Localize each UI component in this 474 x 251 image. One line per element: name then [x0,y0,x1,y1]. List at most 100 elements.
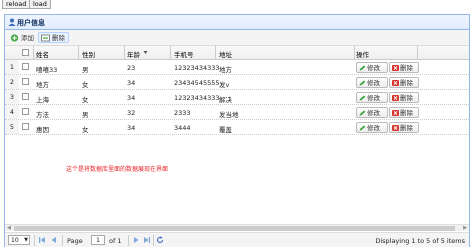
table-row[interactable]: 2 地方 女 34 23434545555 发v 修改 删除 [5,75,469,90]
panel-title: 用户信息 [17,19,45,27]
edit-button[interactable]: 修改 [356,77,388,88]
edit-label: 修改 [367,79,380,87]
refresh-icon[interactable] [156,236,164,244]
delete-x-icon [392,125,399,131]
delete-row-button[interactable]: 删除 [389,77,419,88]
cell-gender: 男 [82,66,89,74]
edit-label: 修改 [367,94,380,102]
scroll-right-icon[interactable]: ▶ [463,225,467,231]
row-number: 1 [5,60,19,74]
cell-address: 解决 [219,96,232,104]
cell-age: 34 [127,79,136,87]
table-row[interactable]: 3 上海 女 34 12323434333 解决 修改 删除 [5,90,469,105]
table-row[interactable]: 4 方法 男 32 2333 发当地 修改 删除 [5,105,469,120]
row-number: 2 [5,75,19,89]
header-phone[interactable]: 手机号 [174,49,194,59]
page-number-input[interactable]: 1 [91,235,105,245]
edit-label: 修改 [367,64,380,72]
horizontal-scrollbar[interactable]: ◀ ▶ [5,224,469,231]
last-page-icon[interactable] [143,236,151,244]
scrollbar-thumb[interactable] [14,226,455,231]
cell-phone: 12323434333 [174,94,220,102]
row-checkbox[interactable] [22,123,29,130]
pencil-icon [359,65,366,71]
edit-button[interactable]: 修改 [356,62,388,73]
pagination-bar: 10 ▼ Page 1 of 1 Displaying 1 to 5 of 5 … [5,232,469,247]
delete-x-icon [392,95,399,101]
pencil-icon [359,125,366,131]
edit-button[interactable]: 修改 [356,107,388,118]
row-checkbox[interactable] [22,108,29,115]
header-age[interactable]: 年龄 [127,49,140,59]
edit-button[interactable]: 修改 [356,92,388,103]
cell-name: 嘻嘻33 [36,66,58,74]
dropdown-arrow-icon: ▼ [24,237,28,243]
add-icon [10,34,19,42]
delete-x-icon [392,80,399,86]
user-icon [8,18,16,26]
delete-row-button[interactable]: 删除 [389,107,419,118]
table-row[interactable]: 1 嘻嘻33 男 23 12323434333 地方 修改 删除 [5,60,469,75]
row-checkbox[interactable] [22,63,29,70]
toolbar: 添加 删除 [5,30,469,46]
cell-address: 发v [219,81,230,89]
delete-button[interactable]: 删除 [38,32,69,43]
grid-header: 姓名 性别 年龄 手机号 地址 操作 [5,46,469,60]
page-label: Page [67,237,83,245]
page-size-value: 10 [11,237,19,244]
cell-phone: 2333 [174,109,191,117]
delete-row-button[interactable]: 删除 [389,92,419,103]
row-number: 5 [5,120,19,134]
page-size-select[interactable]: 10 ▼ [8,235,30,245]
pencil-icon [359,95,366,101]
cell-gender: 女 [82,81,89,89]
user-info-panel: 用户信息 添加 删除 姓名 性别 年龄 手机号 地址 操作 1 嘻嘻33 男 2… [4,14,470,247]
cell-age: 32 [127,109,136,117]
cell-phone: 12323434333 [174,64,220,72]
row-number: 4 [5,105,19,119]
panel-header: 用户信息 [5,15,469,30]
cell-name: 上海 [36,96,49,104]
header-address[interactable]: 地址 [219,49,232,59]
delete-row-button[interactable]: 删除 [389,62,419,73]
cell-address: 发当地 [219,111,239,119]
cell-age: 23 [127,64,136,72]
info-note: 这个是将数据库里面的数据展现在界面 [66,166,169,173]
header-actions: 操作 [356,51,369,59]
row-checkbox[interactable] [22,78,29,85]
row-number: 3 [5,90,19,104]
row-checkbox[interactable] [22,93,29,100]
edit-button[interactable]: 修改 [356,122,388,133]
header-name[interactable]: 姓名 [36,49,49,59]
cell-name: 地方 [36,81,49,89]
pencil-icon [359,110,366,116]
header-gender[interactable]: 性别 [82,49,95,59]
delete-label: 删除 [400,64,413,72]
cell-age: 34 [127,94,136,102]
prev-page-icon[interactable] [50,236,58,244]
reload-button[interactable]: reload [2,0,31,9]
edit-label: 修改 [367,124,380,132]
add-button[interactable]: 添加 [7,32,38,43]
cell-name: 方法 [36,111,49,119]
delete-label: 删除 [400,79,413,87]
delete-row-button[interactable]: 删除 [389,122,419,133]
delete-label: 删除 [400,109,413,117]
cell-phone: 23434545555 [174,79,220,87]
load-button[interactable]: load [29,0,51,9]
select-all-checkbox[interactable] [22,49,29,56]
sort-arrow-icon[interactable] [143,50,148,55]
first-page-icon[interactable] [38,236,46,244]
next-page-icon[interactable] [132,236,140,244]
edit-label: 修改 [367,109,380,117]
cell-address: 地方 [219,66,232,74]
display-info: Displaying 1 to 5 of 5 items [375,237,465,245]
cell-gender: 女 [82,126,89,134]
table-row[interactable]: 5 惠因 女 34 3444 覆盖 修改 删除 [5,120,469,135]
cell-gender: 男 [82,111,89,119]
cell-address: 覆盖 [219,126,232,134]
delete-x-icon [392,110,399,116]
scroll-left-icon[interactable]: ◀ [7,225,11,231]
page-total: of 1 [109,237,122,245]
add-button-label: 添加 [21,34,34,42]
